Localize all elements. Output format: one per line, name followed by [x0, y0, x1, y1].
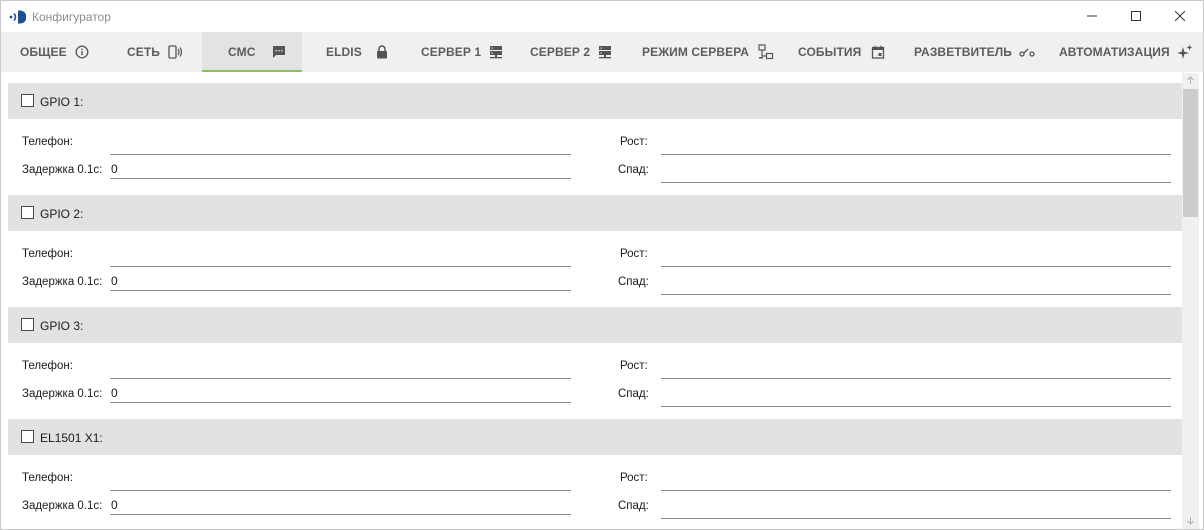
arrow-up-icon: [1186, 72, 1195, 90]
gpio-section: GPIO 2: Телефон: Задержка 0.1с: 0 Рост: …: [8, 185, 1182, 297]
fall-label: Спад:: [618, 500, 649, 512]
app-window: Конфигуратор ОБЩЕЕ СЕТЬ СМС ELDIS СЕРВЕР…: [0, 0, 1204, 530]
server-icon: [488, 44, 504, 60]
sparkle-icon: [1176, 44, 1193, 60]
tab-label: СОБЫТИЯ: [798, 45, 862, 59]
rise-label: Рост:: [620, 136, 648, 148]
tab-server-2[interactable]: СЕРВЕР 2: [530, 32, 613, 72]
tab-general[interactable]: ОБЩЕЕ: [20, 32, 90, 72]
delay-label: Задержка 0.1с:: [22, 500, 103, 512]
close-button[interactable]: [1158, 1, 1202, 32]
splitter-icon: [1019, 44, 1035, 60]
tab-label: РАЗВЕТВИТЕЛЬ: [914, 45, 1013, 59]
enable-checkbox[interactable]: [21, 206, 34, 219]
section-header: EL1501 X1:: [8, 419, 1182, 455]
tab-bar: ОБЩЕЕ СЕТЬ СМС ELDIS СЕРВЕР 1 СЕРВЕР 2 Р…: [1, 32, 1203, 72]
calendar-icon: [870, 44, 886, 60]
lock-icon: [374, 44, 390, 60]
rise-input[interactable]: [661, 249, 1171, 267]
tab-splitter[interactable]: РАЗВЕТВИТЕЛЬ: [914, 32, 1035, 72]
enable-checkbox[interactable]: [21, 430, 34, 443]
tab-sms[interactable]: СМС: [202, 32, 302, 72]
fall-input[interactable]: [661, 277, 1171, 295]
phone-label: Телефон:: [22, 136, 73, 148]
tab-label: ОБЩЕЕ: [20, 45, 67, 59]
fall-label: Спад:: [618, 164, 649, 176]
delay-input[interactable]: 0: [110, 497, 571, 515]
section-header: GPIO 1:: [8, 83, 1182, 119]
delay-label: Задержка 0.1с:: [22, 388, 103, 400]
gpio-section: GPIO 1: Телефон: Задержка 0.1с: 0 Рост: …: [8, 73, 1182, 185]
close-icon: [1174, 8, 1186, 26]
tab-server-mode[interactable]: РЕЖИМ СЕРВЕРА: [642, 32, 774, 72]
server-icon: [597, 44, 613, 60]
delay-label: Задержка 0.1с:: [22, 164, 103, 176]
section-title: GPIO 2:: [40, 207, 84, 221]
gpio-section: GPIO 3: Телефон: Задержка 0.1с: 0 Рост: …: [8, 297, 1182, 409]
section-header: GPIO 3:: [8, 307, 1182, 343]
message-icon: [271, 44, 287, 60]
tab-eldis[interactable]: ELDIS: [326, 32, 390, 72]
fall-label: Спад:: [618, 388, 649, 400]
vertical-scrollbar[interactable]: [1182, 73, 1199, 529]
fall-label: Спад:: [618, 276, 649, 288]
tab-network[interactable]: СЕТЬ: [127, 32, 183, 72]
maximize-button[interactable]: [1114, 1, 1158, 32]
fall-input[interactable]: [661, 165, 1171, 183]
rise-label: Рост:: [620, 248, 648, 260]
section-title: GPIO 1:: [40, 95, 84, 109]
phone-label: Телефон:: [22, 360, 73, 372]
scroll-thumb[interactable]: [1183, 89, 1198, 217]
phone-label: Телефон:: [22, 248, 73, 260]
delay-input[interactable]: 0: [110, 161, 571, 179]
section-header: GPIO 2:: [8, 195, 1182, 231]
tab-label: АВТОМАТИЗАЦИЯ: [1059, 45, 1170, 59]
arrow-down-icon: [1186, 512, 1195, 529]
window-title: Конфигуратор: [32, 10, 111, 24]
tab-events[interactable]: СОБЫТИЯ: [798, 32, 886, 72]
phone-signal-icon: [167, 44, 183, 60]
enable-checkbox[interactable]: [21, 94, 34, 107]
minimize-button[interactable]: [1070, 1, 1114, 32]
rise-input[interactable]: [661, 473, 1171, 491]
tab-label: РЕЖИМ СЕРВЕРА: [642, 45, 750, 59]
fall-input[interactable]: [661, 389, 1171, 407]
tab-label: СЕТЬ: [127, 45, 161, 59]
rise-input[interactable]: [661, 137, 1171, 155]
el1501-section: EL1501 X1: Телефон: Задержка 0.1с: 0 Рос…: [8, 409, 1182, 521]
scroll-down-button[interactable]: [1182, 513, 1199, 529]
tab-label: СЕРВЕР 1: [421, 45, 482, 59]
rise-label: Рост:: [620, 472, 648, 484]
phone-input[interactable]: [110, 137, 571, 155]
maximize-icon: [1131, 8, 1141, 26]
tab-label: СМС: [228, 45, 256, 59]
phone-label: Телефон:: [22, 472, 73, 484]
signal-logo-icon: [9, 9, 27, 25]
fall-input[interactable]: [661, 501, 1171, 519]
tab-automation[interactable]: АВТОМАТИЗАЦИЯ: [1059, 32, 1193, 72]
title-bar: Конфигуратор: [1, 1, 1203, 32]
tab-server-1[interactable]: СЕРВЕР 1: [421, 32, 504, 72]
minimize-icon: [1087, 8, 1097, 26]
delay-input[interactable]: 0: [110, 273, 571, 291]
section-title: GPIO 3:: [40, 319, 84, 333]
rise-input[interactable]: [661, 361, 1171, 379]
phone-input[interactable]: [110, 361, 571, 379]
rise-label: Рост:: [620, 360, 648, 372]
phone-input[interactable]: [110, 249, 571, 267]
enable-checkbox[interactable]: [21, 318, 34, 331]
delay-label: Задержка 0.1с:: [22, 276, 103, 288]
tab-label: ELDIS: [326, 45, 362, 59]
info-icon: [74, 44, 90, 60]
phone-input[interactable]: [110, 473, 571, 491]
network-icon: [758, 44, 774, 60]
sms-settings-panel: GPIO 1: Телефон: Задержка 0.1с: 0 Рост: …: [8, 73, 1182, 529]
scroll-up-button[interactable]: [1182, 73, 1199, 89]
tab-label: СЕРВЕР 2: [530, 45, 591, 59]
delay-input[interactable]: 0: [110, 385, 571, 403]
section-title: EL1501 X1:: [40, 431, 103, 445]
